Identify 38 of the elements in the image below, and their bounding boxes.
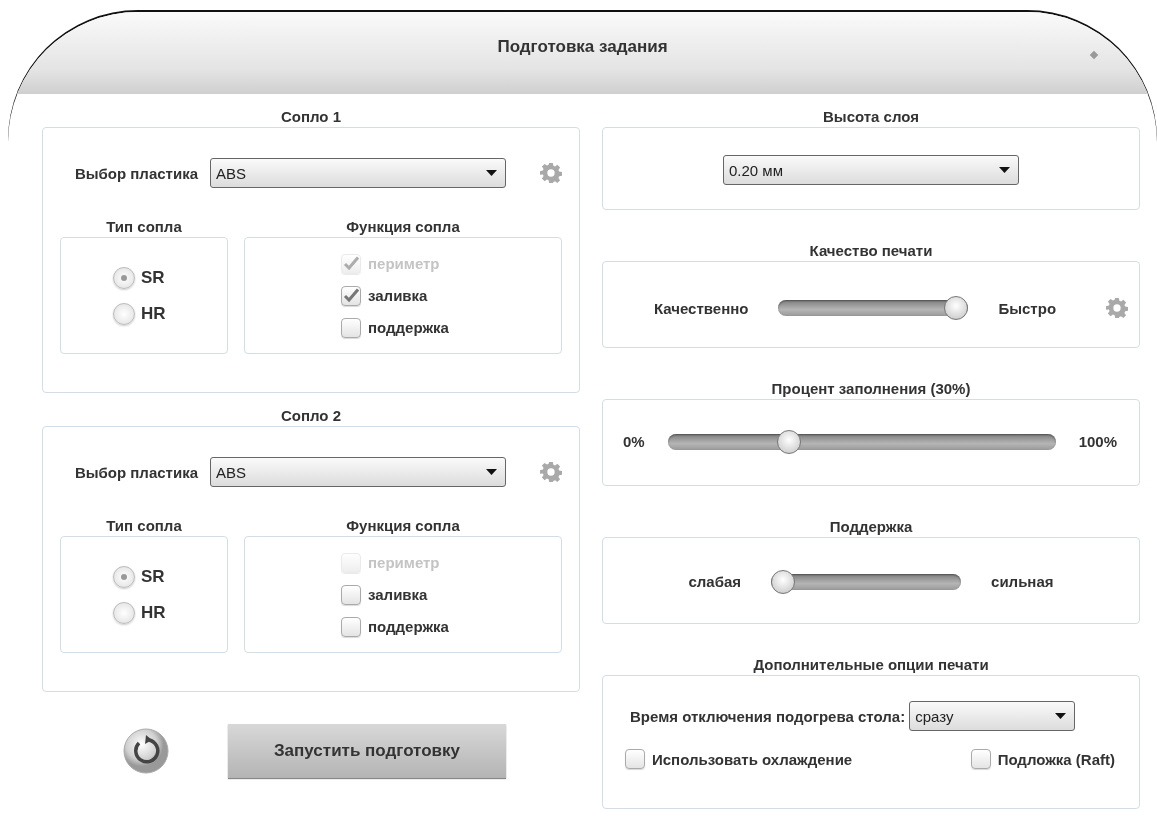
field-label: Время отключения подогрева стола: xyxy=(630,707,906,725)
checkbox-label: заливка xyxy=(368,287,428,304)
checkbox-label: заливка xyxy=(368,586,428,603)
section-title: Высота слоя xyxy=(823,108,919,125)
slider-max-label: сильная xyxy=(991,573,1054,590)
checkbox-label: периметр xyxy=(368,554,440,571)
radio-label: HR xyxy=(141,303,166,324)
dropdown[interactable]: ABS xyxy=(210,457,506,487)
slider-max-label: 100% xyxy=(1078,433,1117,450)
section-title: Сопло 1 xyxy=(280,108,342,125)
checkbox-label: поддержка xyxy=(368,618,449,635)
group-title: Тип сопла xyxy=(106,517,182,536)
slider-min-label: Качественно xyxy=(653,299,749,317)
section-title: Качество печати xyxy=(809,242,933,259)
checkbox-label: Использовать охлаждение xyxy=(652,750,853,768)
group-title: Функция сопла xyxy=(346,517,460,536)
section-title: Процент заполнения (30%) xyxy=(771,380,971,397)
slider-min-label: слабая xyxy=(688,573,742,590)
section-title: Поддержка xyxy=(829,518,913,535)
dropdown[interactable]: ABS xyxy=(210,158,506,188)
slider-max-label: Быстро xyxy=(998,299,1057,317)
field-label: Выбор пластика xyxy=(73,164,198,182)
dropdown[interactable]: сразу xyxy=(909,701,1076,731)
section-title: Дополнительные опции печати xyxy=(753,656,989,673)
checkbox-label: периметр xyxy=(368,255,440,272)
radio-label: SR xyxy=(141,566,165,587)
radio-label: HR xyxy=(141,602,166,623)
radio-label: SR xyxy=(141,267,165,288)
section-title: Сопло 2 xyxy=(280,407,342,424)
dropdown[interactable]: 0.20 мм xyxy=(723,155,1019,185)
slider-min-label: 0% xyxy=(623,433,645,450)
window-title: Подготовка задания xyxy=(497,37,668,57)
group-title: Функция сопла xyxy=(346,218,460,237)
start-button[interactable]: Запустить подготовку xyxy=(228,724,506,778)
checkbox-label: Подложка (Raft) xyxy=(997,750,1115,768)
field-label: Выбор пластика xyxy=(73,463,198,481)
checkbox-label: поддержка xyxy=(368,319,449,336)
group-title: Тип сопла xyxy=(106,218,182,237)
